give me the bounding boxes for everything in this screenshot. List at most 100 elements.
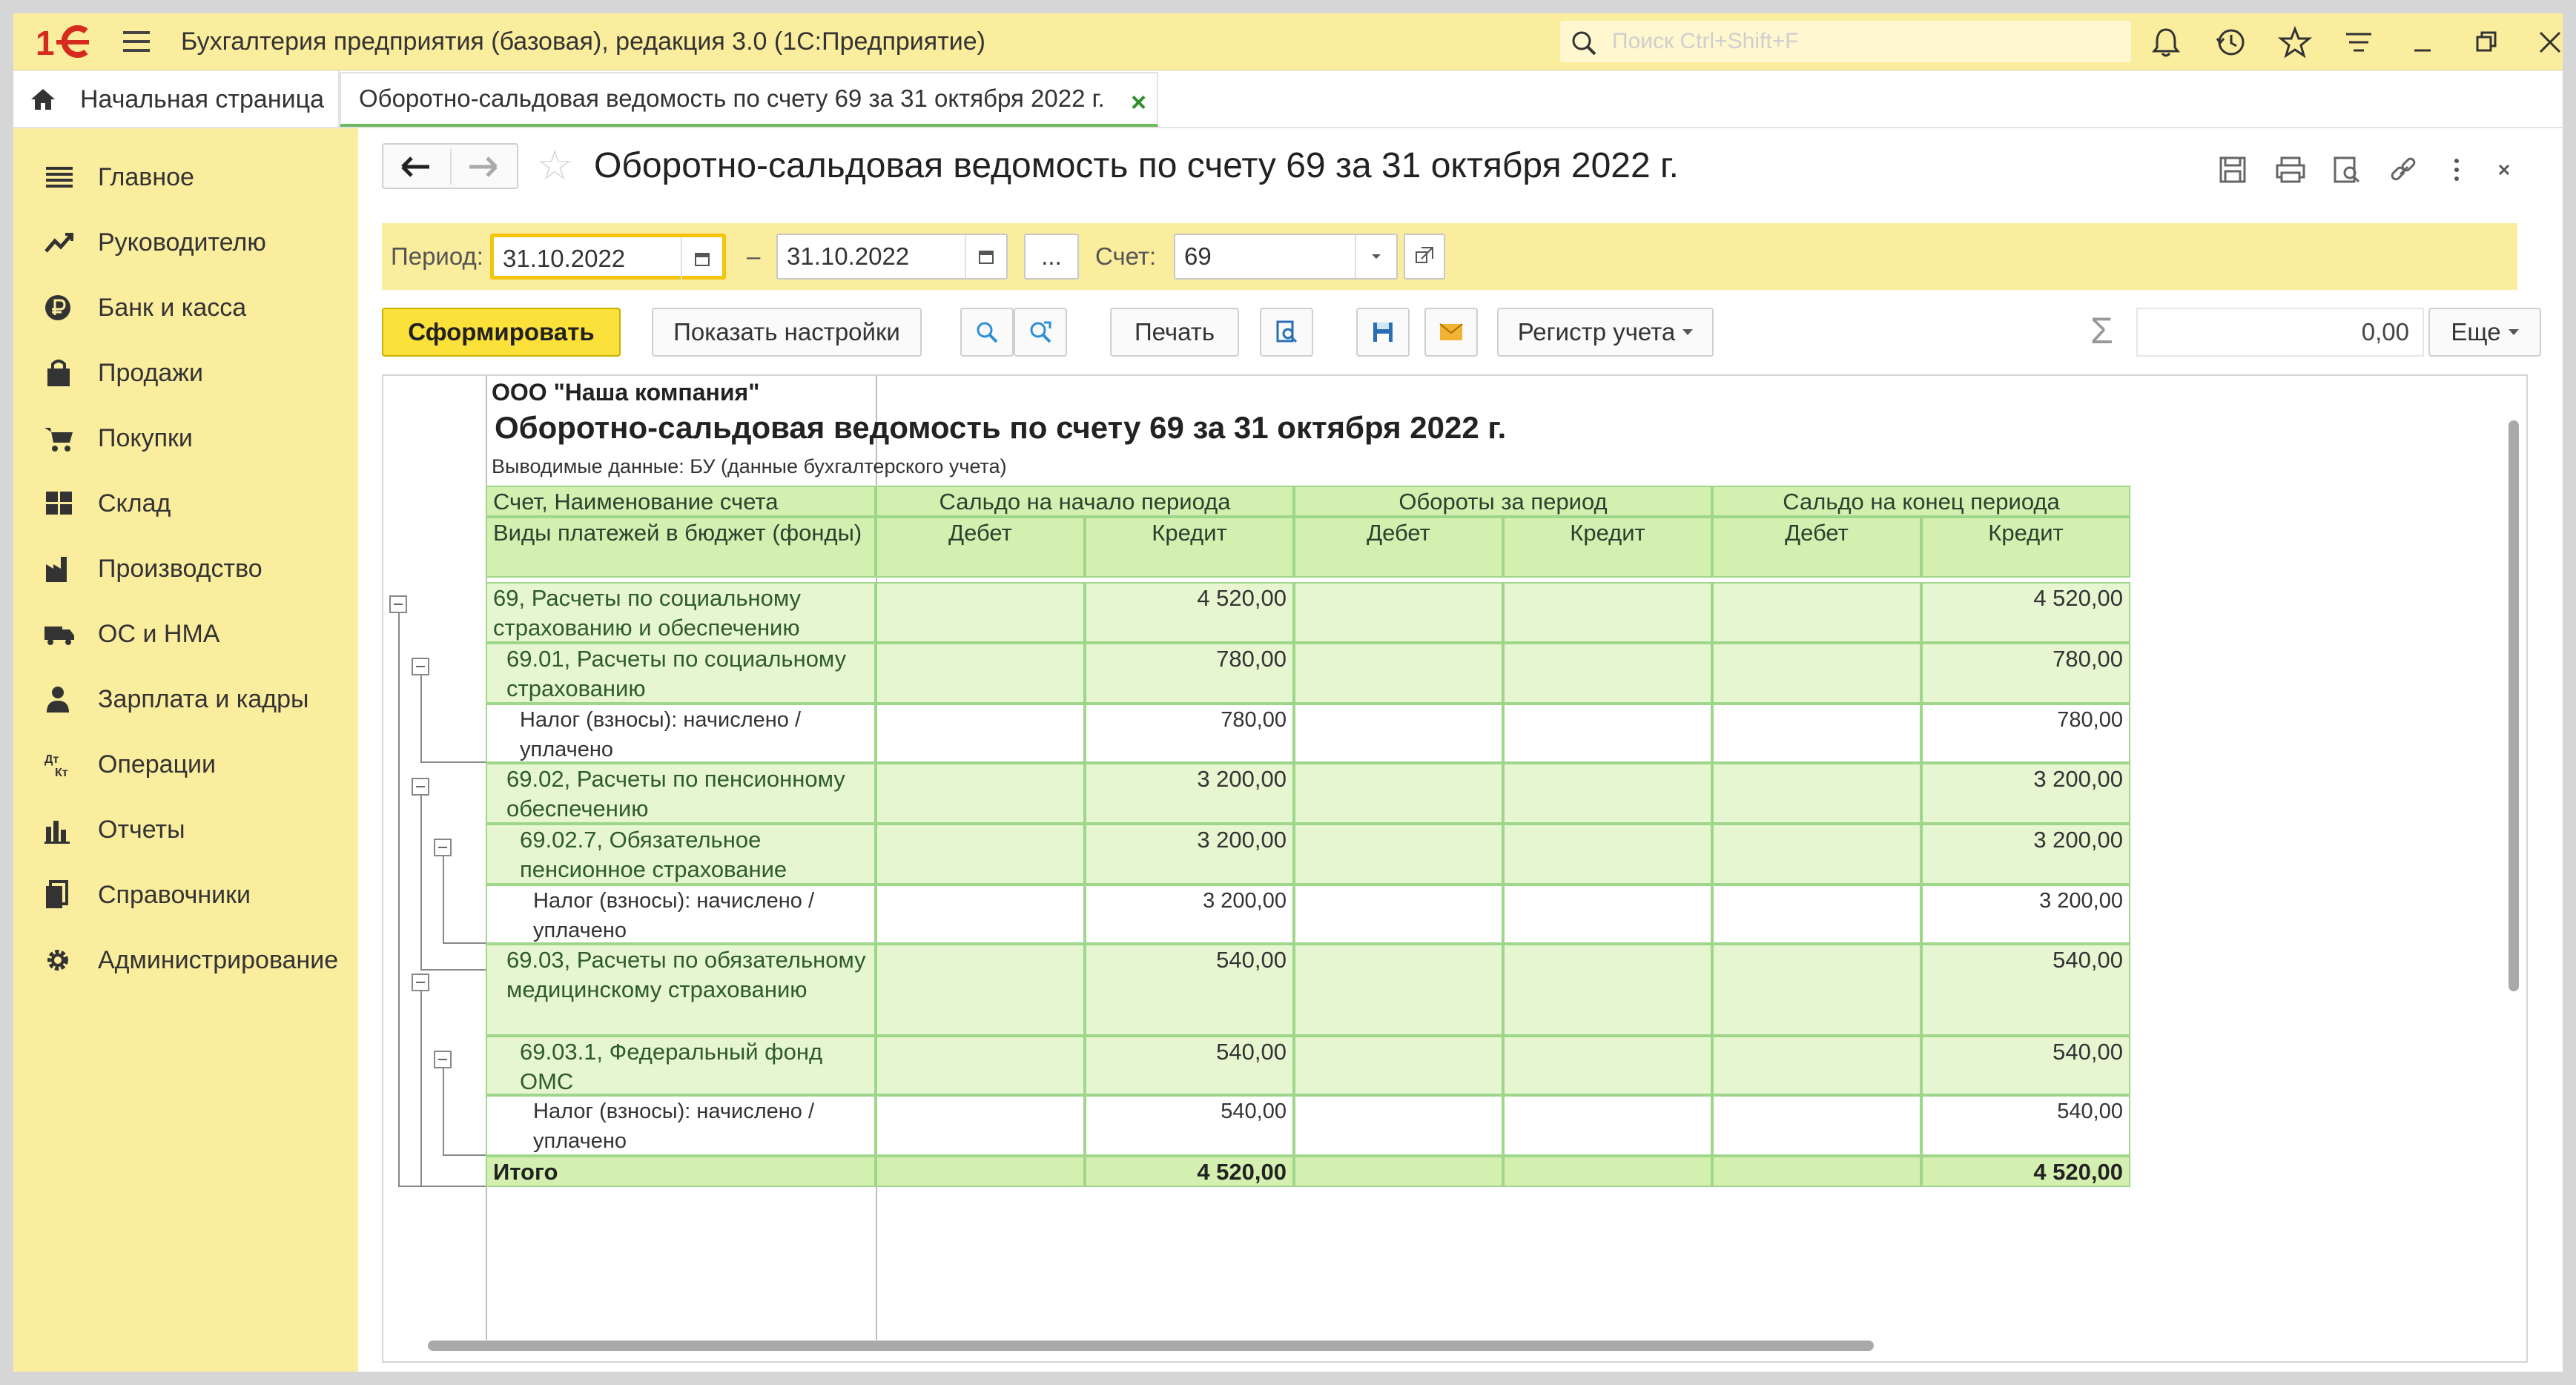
total-cell[interactable]: [876, 1156, 1085, 1187]
table-row-name[interactable]: Налог (взносы): начислено / уплачено: [486, 704, 876, 763]
email-button[interactable]: [1424, 308, 1478, 357]
bell-icon[interactable]: [2147, 24, 2184, 61]
table-cell[interactable]: 540,00: [1921, 944, 2130, 1036]
table-cell[interactable]: 4 520,00: [1085, 582, 1294, 643]
table-cell[interactable]: [876, 824, 1085, 885]
table-cell[interactable]: [1294, 944, 1503, 1036]
table-cell[interactable]: [1712, 763, 1921, 824]
table-cell[interactable]: 540,00: [1085, 1095, 1294, 1156]
header-credit[interactable]: Кредит: [1503, 517, 1712, 578]
total-cell[interactable]: 4 520,00: [1085, 1156, 1294, 1187]
table-cell[interactable]: [1294, 1095, 1503, 1156]
table-cell[interactable]: [1712, 885, 1921, 944]
collapse-icon[interactable]: [412, 658, 429, 675]
table-cell[interactable]: [1503, 582, 1712, 643]
collapse-icon[interactable]: [389, 595, 407, 613]
table-cell[interactable]: [1294, 1036, 1503, 1095]
total-cell[interactable]: [1294, 1156, 1503, 1187]
show-settings-button[interactable]: Показать настройки: [652, 308, 922, 357]
collapse-icon[interactable]: [434, 839, 452, 856]
table-cell[interactable]: 540,00: [1085, 1036, 1294, 1095]
table-cell[interactable]: 540,00: [1921, 1036, 2130, 1095]
table-cell[interactable]: [876, 643, 1085, 704]
table-cell[interactable]: [1294, 885, 1503, 944]
table-cell[interactable]: [1503, 824, 1712, 885]
header-account[interactable]: Счет, Наименование счета: [486, 486, 876, 517]
period-select-button[interactable]: ...: [1024, 234, 1079, 280]
vertical-scrollbar[interactable]: [2509, 420, 2519, 991]
header-payments[interactable]: Виды платежей в бюджет (фонды): [486, 517, 876, 578]
sidebar-item-sales[interactable]: Продажи: [13, 340, 358, 406]
table-cell[interactable]: 3 200,00: [1921, 763, 2130, 824]
header-debit[interactable]: Дебет: [876, 517, 1085, 578]
calendar-icon[interactable]: [681, 237, 722, 280]
table-cell[interactable]: [876, 763, 1085, 824]
more-button[interactable]: Еще: [2428, 308, 2541, 357]
header-debit[interactable]: Дебет: [1712, 517, 1921, 578]
table-cell[interactable]: [1503, 763, 1712, 824]
sidebar-item-salary[interactable]: Зарплата и кадры: [13, 667, 358, 732]
table-cell[interactable]: 540,00: [1921, 1095, 2130, 1156]
search-report-button[interactable]: [960, 308, 1014, 357]
back-arrow-icon[interactable]: [400, 155, 432, 179]
sidebar-item-operations[interactable]: Дт Кт Операции: [13, 732, 358, 797]
table-cell[interactable]: [1712, 582, 1921, 643]
table-cell[interactable]: [1294, 824, 1503, 885]
header-debit[interactable]: Дебет: [1294, 517, 1503, 578]
table-cell[interactable]: [876, 1095, 1085, 1156]
more-vertical-icon[interactable]: [2440, 155, 2473, 185]
table-cell[interactable]: 780,00: [1085, 704, 1294, 763]
table-cell[interactable]: 3 200,00: [1921, 885, 2130, 944]
table-cell[interactable]: 780,00: [1921, 643, 2130, 704]
main-menu-icon[interactable]: [117, 28, 156, 55]
table-cell[interactable]: [1294, 763, 1503, 824]
table-cell[interactable]: [1712, 1036, 1921, 1095]
search-refresh-button[interactable]: [1014, 308, 1067, 357]
table-cell[interactable]: [876, 944, 1085, 1036]
close-tab-icon[interactable]: ×: [1131, 87, 1146, 118]
functions-menu-icon[interactable]: [2340, 24, 2377, 61]
preview-button[interactable]: [1260, 308, 1313, 357]
table-cell[interactable]: 4 520,00: [1921, 582, 2130, 643]
save-button[interactable]: [1356, 308, 1410, 357]
forward-arrow-icon[interactable]: [466, 155, 499, 179]
print-button[interactable]: Печать: [1110, 308, 1239, 357]
collapse-icon[interactable]: [434, 1051, 452, 1068]
header-credit[interactable]: Кредит: [1921, 517, 2130, 578]
header-credit[interactable]: Кредит: [1085, 517, 1294, 578]
table-cell[interactable]: [1712, 944, 1921, 1036]
total-row-label[interactable]: Итого: [486, 1156, 876, 1187]
table-cell[interactable]: [1712, 1095, 1921, 1156]
table-row-name[interactable]: Налог (взносы): начислено / уплачено: [486, 1095, 876, 1156]
table-cell[interactable]: [876, 885, 1085, 944]
star-icon[interactable]: [2276, 24, 2314, 61]
table-cell[interactable]: [1503, 1036, 1712, 1095]
total-cell[interactable]: [1712, 1156, 1921, 1187]
table-cell[interactable]: 780,00: [1921, 704, 2130, 763]
table-cell[interactable]: [1503, 1095, 1712, 1156]
tab-report[interactable]: Оборотно-сальдовая ведомость по счету 69…: [340, 72, 1158, 127]
table-cell[interactable]: [876, 582, 1085, 643]
table-cell[interactable]: [1294, 704, 1503, 763]
header-start-balance[interactable]: Сальдо на начало периода: [876, 486, 1294, 517]
table-cell[interactable]: [1503, 944, 1712, 1036]
table-cell[interactable]: [1503, 704, 1712, 763]
register-dropdown[interactable]: Регистр учета: [1497, 308, 1714, 357]
account-field[interactable]: 69: [1174, 234, 1398, 280]
table-cell[interactable]: [1712, 824, 1921, 885]
table-row-name[interactable]: 69.02, Расчеты по пенсионному обеспечени…: [486, 763, 876, 824]
calendar-icon[interactable]: [965, 235, 1006, 278]
sidebar-item-directories[interactable]: Справочники: [13, 862, 358, 928]
total-cell[interactable]: [1503, 1156, 1712, 1187]
table-cell[interactable]: [1503, 885, 1712, 944]
table-cell[interactable]: 780,00: [1085, 643, 1294, 704]
sidebar-item-bank[interactable]: Банк и касса: [13, 275, 358, 340]
generate-button[interactable]: Сформировать: [382, 308, 621, 357]
tab-home[interactable]: Начальная страница: [13, 70, 340, 128]
preview-icon[interactable]: [2331, 155, 2363, 185]
table-row-name[interactable]: 69.01, Расчеты по социальному страховани…: [486, 643, 876, 704]
table-cell[interactable]: [1294, 582, 1503, 643]
total-cell[interactable]: 4 520,00: [1921, 1156, 2130, 1187]
date-from-field[interactable]: 31.10.2022: [490, 234, 726, 280]
table-row-name[interactable]: 69.03, Расчеты по обязательному медицинс…: [486, 944, 876, 1036]
